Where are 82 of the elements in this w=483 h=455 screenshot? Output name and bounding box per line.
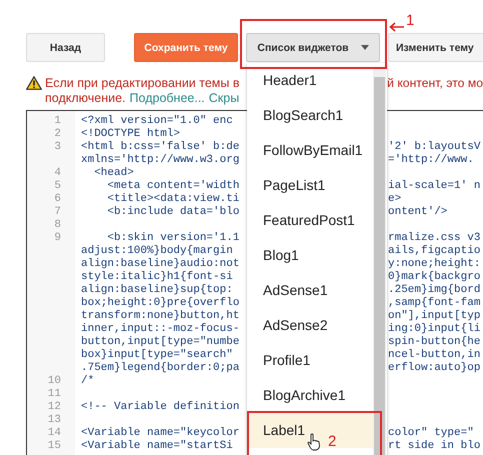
code-line: <html b:css='false' b:de (81, 141, 240, 153)
line-number: 5 (54, 180, 61, 192)
code-line: erflow:auto}op (388, 362, 480, 374)
code-line: transform:none}button,ht (81, 310, 240, 322)
code-line: align:baseline}sup{top: (81, 284, 233, 296)
code-line: align:baseline}audio:not (81, 258, 240, 270)
code-line: button,input[type="numbe (81, 336, 240, 348)
scrollbar[interactable] (373, 67, 386, 455)
warning-icon (26, 76, 42, 90)
more-link[interactable]: Подробнее... (130, 90, 205, 104)
line-number: 1 (54, 115, 61, 127)
code-line: box;height:0}pre{overflo (81, 297, 240, 309)
code-line: <!DOCTYPE html> (81, 128, 180, 140)
code-line: <Variable name="keycolor (81, 427, 240, 439)
code-line: <title><data:view.ti (106, 193, 240, 205)
line-number: 7 (54, 206, 61, 218)
menu-item[interactable]: FollowByEmail1 (247, 133, 373, 168)
menu-item[interactable]: Blog1 (247, 238, 373, 273)
code-line: xmlns='http://www.w3.org (81, 154, 240, 166)
code-line: color" type=" (388, 427, 474, 439)
code-line: 0}mark{backgro (388, 271, 480, 283)
line-number: 6 (54, 193, 61, 205)
line-number: 4 (54, 167, 61, 179)
code-line: /* (81, 375, 94, 387)
code-line: on"],input[typ (388, 310, 480, 322)
annotation-number: 2 (328, 434, 336, 450)
line-number: 10 (48, 375, 61, 387)
toolbar-button[interactable]: Изменить тему (388, 33, 483, 62)
menu-item[interactable]: FeaturedPost1 (247, 203, 373, 238)
menu-item[interactable]: Header1 (247, 63, 373, 98)
code-line: rt side in blo (388, 440, 480, 452)
code-editor[interactable] (26, 110, 483, 455)
caret-icon (360, 45, 369, 50)
code-line: ='http://www. (388, 154, 474, 166)
code-line: <head> (93, 167, 134, 179)
code-line: <b:skin version='1.1 (106, 232, 240, 244)
code-line: ial-scale=1' n (388, 180, 480, 192)
menu-item[interactable]: AdSense1 (247, 273, 373, 308)
line-number: 9 (54, 232, 61, 244)
code-line: <!-- Variable definition (81, 401, 240, 413)
code-line: spin-button{he (388, 336, 480, 348)
code-line: y:none;height: (388, 258, 480, 270)
warning-text: Если при редактировании темы в (45, 76, 240, 90)
code-line: ontent'/> (388, 206, 448, 218)
code-line: ing:0}input{li (388, 323, 480, 335)
code-line: ails,figcaptio (388, 245, 480, 257)
line-number: 12 (48, 401, 61, 413)
code-line: e> (388, 193, 402, 205)
arrow-icon (389, 22, 405, 32)
hand-cursor-icon (307, 433, 321, 451)
toolbar-button[interactable]: Назад (26, 33, 105, 62)
code-line: .75em}legend{border:0;pa (81, 362, 240, 374)
code-line: adjust:100%}body{margin (81, 245, 233, 257)
line-number: 3 (54, 141, 61, 153)
menu-item[interactable]: BlogSearch1 (247, 98, 373, 133)
menu-item[interactable]: AdSense2 (247, 308, 373, 343)
menu-item[interactable]: Profile1 (247, 343, 373, 378)
line-number: 14 (48, 427, 61, 439)
code-line: .25em}img{bord (388, 284, 480, 296)
hide-link[interactable]: Скры (208, 90, 240, 104)
line-number: 13 (48, 414, 61, 426)
widget-list-dropdown[interactable]: Список виджетов (246, 33, 380, 62)
code-line: inner,input::-moz-focus- (81, 323, 240, 335)
warning-text: й контент, это мо (387, 76, 483, 90)
code-line: rmalize.css v3 (388, 232, 480, 244)
code-line: style:italic}h1{font-si (81, 271, 233, 283)
code-line: <meta content='width (106, 180, 240, 192)
annotation-number: 1 (406, 13, 414, 29)
warning-text: подключение. (45, 90, 126, 104)
code-line: <?xml version="1.0" enc (81, 115, 233, 127)
menu-item[interactable]: PageList1 (247, 168, 373, 203)
code-line: '2' b:layoutsV (388, 141, 480, 153)
line-number: 2 (54, 128, 61, 140)
menu-item[interactable]: BlogArchive1 (247, 378, 373, 413)
line-number: 11 (48, 388, 61, 400)
code-line: ncel-button,in (388, 349, 480, 361)
line-number: 15 (48, 440, 61, 452)
code-line: box}input[type="search" (81, 349, 233, 361)
code-line: <Variable name="startSi (81, 440, 233, 452)
code-line: <b:include data='blo (106, 206, 240, 218)
line-number: 8 (54, 219, 61, 231)
code-line: ,samp{font-fam (388, 297, 480, 309)
